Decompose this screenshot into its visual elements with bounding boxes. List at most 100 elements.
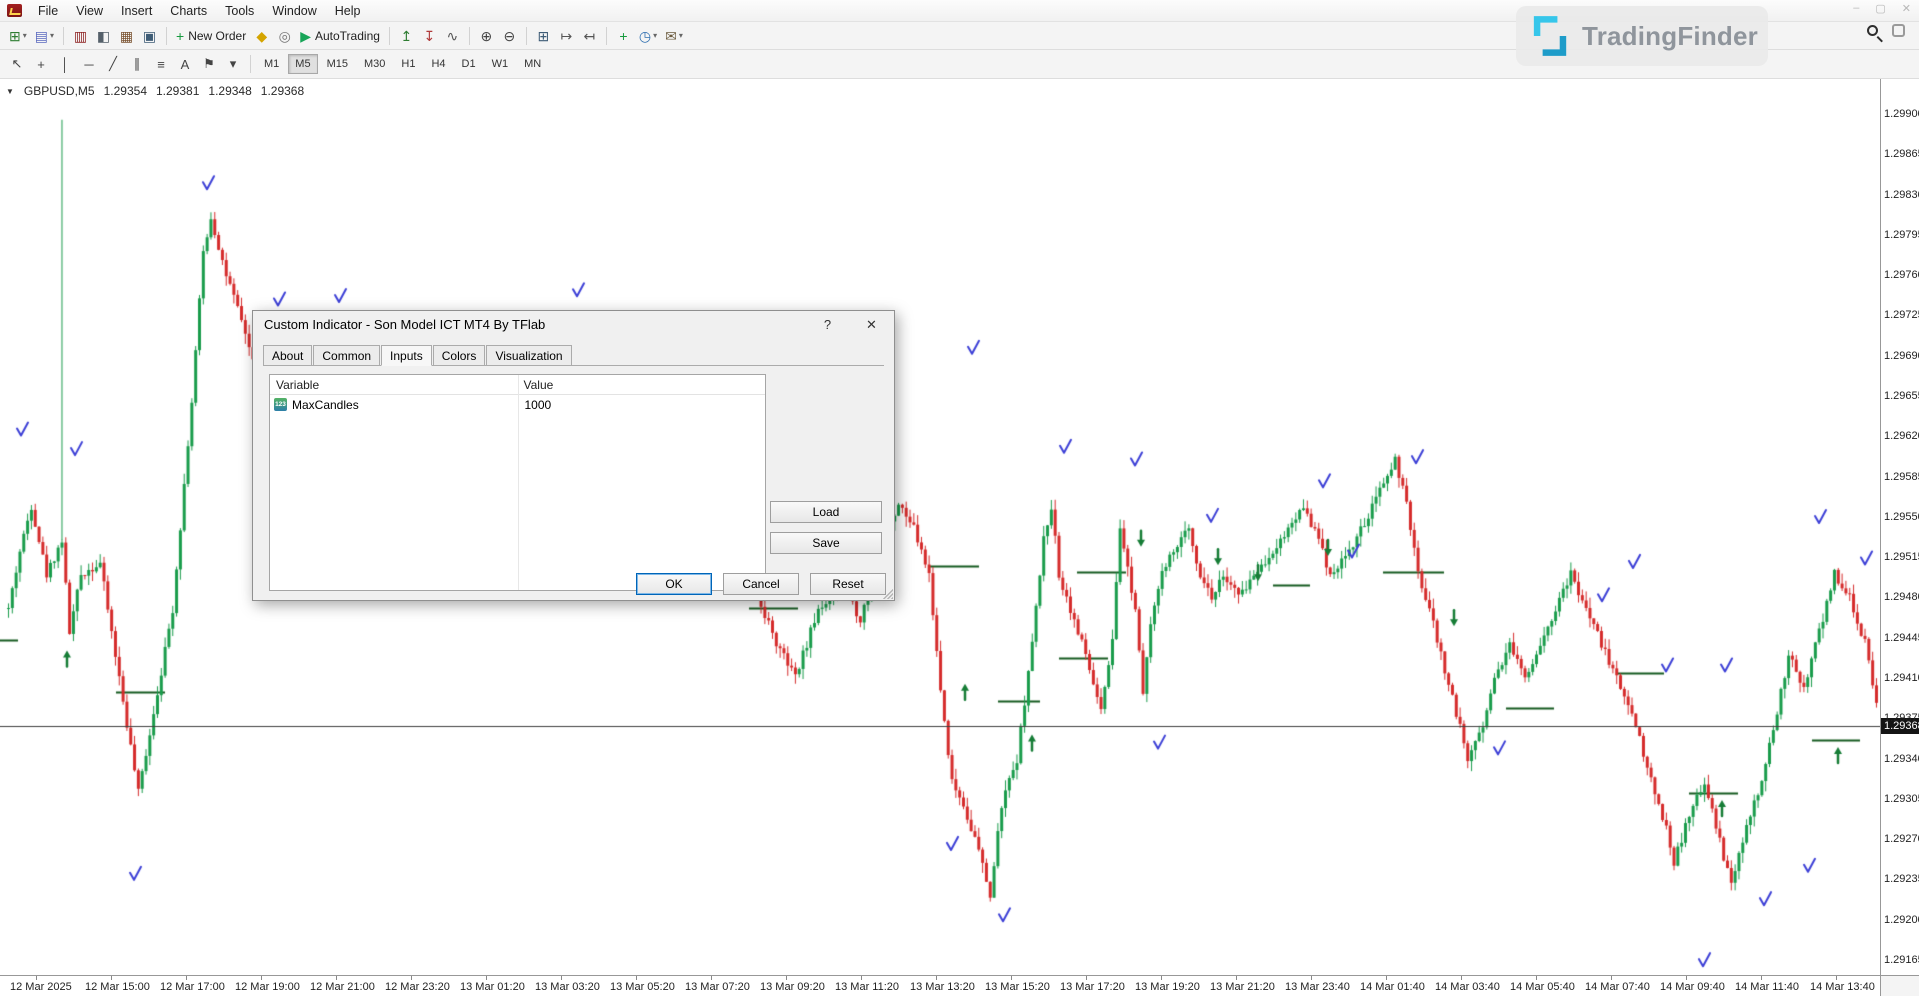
timeframe-w1[interactable]: W1 [485,54,516,74]
text-label-icon[interactable]: A [173,53,197,75]
equidistant-channel-icon[interactable]: ∥ [125,53,149,75]
time-axis-tick [1086,976,1087,980]
time-axis-label: 12 Mar 15:00 [85,981,150,993]
timeframe-m5[interactable]: M5 [288,54,317,74]
dropdown-caret-icon: ▾ [679,31,683,40]
indicator-window-add-button[interactable]: ↥ [395,25,418,47]
inputs-table[interactable]: Variable Value 123MaxCandles1000 [269,374,766,591]
menu-insert[interactable]: Insert [112,1,161,21]
tab-about[interactable]: About [263,345,312,365]
time-axis-label: 13 Mar 19:20 [1135,981,1200,993]
crosshair-icon[interactable]: + [29,53,53,75]
resize-grip[interactable] [881,587,893,599]
timeframe-h1[interactable]: H1 [394,54,422,74]
zoom-in-button[interactable]: ⊕ [475,25,498,47]
table-row[interactable]: 123MaxCandles1000 [270,395,765,414]
price-axis-label: 1.29200 [1884,914,1919,926]
price-axis[interactable]: 1.29368 1.299001.298651.298301.297951.29… [1880,79,1919,975]
trendline-icon[interactable]: ╱ [101,53,125,75]
market-watch-button[interactable]: ▥ [69,25,92,47]
objects-list-icon[interactable]: ▾ [221,53,245,75]
time-axis-tick [486,976,487,980]
terminal-button[interactable]: ▣ [138,25,161,47]
dialog-titlebar[interactable]: Custom Indicator - Son Model ICT MT4 By … [253,311,894,338]
time-axis-tick [1161,976,1162,980]
price-axis-label: 1.29305 [1884,793,1919,805]
cursor-icon[interactable]: ↖ [5,53,29,75]
toolbar-separator [166,27,167,45]
price-axis-label: 1.29655 [1884,390,1919,402]
price-axis-label: 1.29900 [1884,108,1919,120]
new-chart-button[interactable]: ⊞▾ [5,25,31,47]
cancel-button[interactable]: Cancel [723,573,799,595]
line-studies-mode-button[interactable]: ∿ [441,25,464,47]
fibonacci-retracement-icon[interactable]: ≡ [149,53,173,75]
toolbar-separator [469,27,470,45]
profiles-button[interactable]: ▤▾ [31,25,58,47]
periods-button[interactable]: ◷▾ [635,25,661,47]
time-axis-tick [1836,976,1837,980]
price-axis-label: 1.29515 [1884,551,1919,563]
timeframe-m1[interactable]: M1 [257,54,286,74]
time-axis-label: 13 Mar 05:20 [610,981,675,993]
ok-button[interactable]: OK [636,573,712,595]
price-axis-label: 1.29270 [1884,833,1919,845]
data-window-button[interactable]: ◧ [92,25,115,47]
time-axis-label: 14 Mar 11:40 [1735,981,1799,993]
menu-window[interactable]: Window [263,1,325,21]
menu-view[interactable]: View [67,1,112,21]
panel-toggle-icon[interactable] [1892,24,1905,37]
tile-windows-button[interactable]: ⊞ [532,25,555,47]
tab-common[interactable]: Common [313,345,380,365]
dialog-close-icon[interactable]: ✕ [863,317,880,333]
menu-file[interactable]: File [29,1,67,21]
timeframe-m15[interactable]: M15 [320,54,355,74]
indicators-add-icon: + [619,29,627,43]
horizontal-line-icon[interactable]: ─ [77,53,101,75]
minimize-button[interactable]: – [1853,2,1859,15]
time-axis-tick [1011,976,1012,980]
reset-button[interactable]: Reset [810,573,886,595]
timeframe-h4[interactable]: H4 [424,54,452,74]
autotrading-button[interactable]: ▶AutoTrading [296,25,384,47]
menu-tools[interactable]: Tools [216,1,263,21]
price-axis-label: 1.29375 [1884,712,1919,724]
restore-button[interactable]: ▢ [1875,2,1885,15]
draw-tools: ↖+│─╱∥≡A⚑▾ [5,53,245,75]
price-axis-label: 1.29585 [1884,471,1919,483]
axis-corner [1880,975,1919,996]
search-icon[interactable] [1867,25,1878,36]
save-button[interactable]: Save [770,532,882,554]
metaeditor-button[interactable]: ◆ [250,25,273,47]
ohlc-close: 1.29368 [261,84,304,98]
arrow-objects-icon[interactable]: ⚑ [197,53,221,75]
menu-charts[interactable]: Charts [161,1,216,21]
tab-inputs[interactable]: Inputs [381,345,432,366]
load-button[interactable]: Load [770,501,882,523]
time-axis-label: 13 Mar 13:20 [910,981,975,993]
time-axis[interactable]: 12 Mar 202512 Mar 15:0012 Mar 17:0012 Ma… [0,975,1880,996]
tradingfinder-watermark: TradingFinder [1516,6,1768,66]
indicator-window-remove-button[interactable]: ↧ [418,25,441,47]
time-axis-tick [786,976,787,980]
templates-button[interactable]: ✉▾ [661,25,687,47]
dialog-help-button[interactable]: ? [819,317,836,332]
ohlc-open: 1.29354 [104,84,147,98]
vertical-line-icon[interactable]: │ [53,53,77,75]
zoom-out-button[interactable]: ⊖ [498,25,521,47]
timeframe-m30[interactable]: M30 [357,54,392,74]
expert-advisors-button[interactable]: ◎ [273,25,296,47]
chart-shift-button[interactable]: ↤ [578,25,601,47]
tab-colors[interactable]: Colors [433,345,486,365]
new-order-button[interactable]: +New Order [172,25,250,47]
chart-menu-icon[interactable]: ▼ [6,87,14,96]
indicators-add-button[interactable]: + [612,25,635,47]
tab-visualization[interactable]: Visualization [486,345,571,365]
close-button[interactable]: ✕ [1902,2,1911,15]
timeframe-d1[interactable]: D1 [455,54,483,74]
timeframe-mn[interactable]: MN [517,54,548,74]
navigator-button[interactable]: ▦ [115,25,138,47]
auto-scroll-button[interactable]: ↦ [555,25,578,47]
menu-help[interactable]: Help [326,1,370,21]
indicator-window-remove-icon: ↧ [424,29,436,43]
